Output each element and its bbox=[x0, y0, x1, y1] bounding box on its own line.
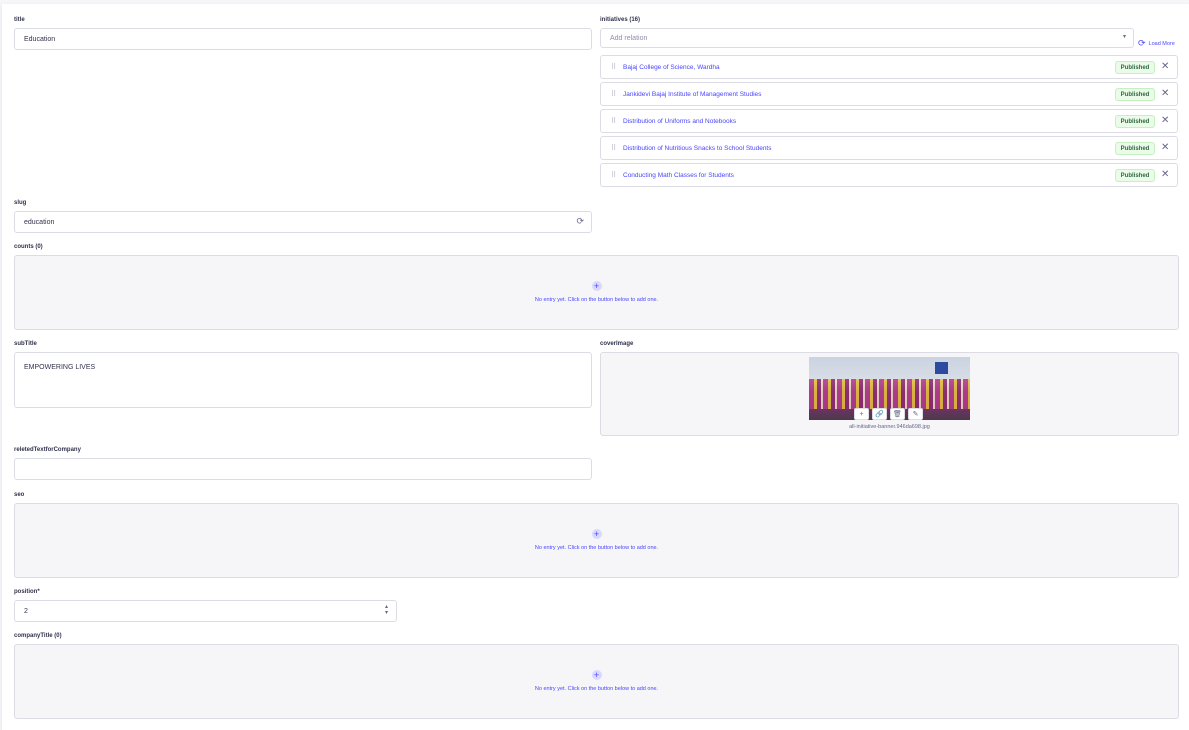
status-badge: Published bbox=[1115, 115, 1155, 128]
close-icon[interactable]: ✕ bbox=[1161, 88, 1169, 99]
close-icon[interactable]: ✕ bbox=[1161, 61, 1169, 72]
close-icon[interactable]: ✕ bbox=[1161, 142, 1169, 153]
position-label: position* bbox=[14, 589, 40, 595]
seo-label: seo bbox=[14, 492, 25, 498]
subtitle-textarea[interactable]: EMPOWERING LIVES bbox=[14, 352, 592, 408]
image-actions: + 🔗 🗑 ✎ bbox=[854, 403, 926, 421]
seo-empty-state: + No entry yet. Click on the button belo… bbox=[14, 503, 1179, 578]
releted-text-input[interactable] bbox=[14, 458, 592, 480]
status-badge: Published bbox=[1115, 142, 1155, 155]
counts-empty-state: + No entry yet. Click on the button belo… bbox=[14, 255, 1179, 330]
subtitle-value: EMPOWERING LIVES bbox=[24, 364, 96, 371]
drag-handle-icon[interactable]: ⠿ bbox=[611, 144, 616, 152]
drag-handle-icon[interactable]: ⠿ bbox=[611, 90, 616, 98]
coverimage-dropzone: + 🔗 🗑 ✎ all-initiative-banner.946da698.jpg bbox=[600, 352, 1179, 436]
coverimage-label: coverImage bbox=[600, 341, 634, 347]
add-entry-icon[interactable]: + bbox=[591, 529, 602, 539]
counts-label: counts (0) bbox=[14, 244, 43, 250]
slug-value: education bbox=[24, 218, 55, 226]
initiatives-label: initiatives (16) bbox=[600, 17, 641, 23]
companytitle-label: companyTitle (0) bbox=[14, 633, 62, 639]
add-entry-icon[interactable]: + bbox=[591, 670, 602, 680]
load-more-button[interactable]: ⟳ Load More bbox=[1138, 38, 1175, 49]
cover-image-filename: all-initiative-banner.946da698.jpg bbox=[849, 424, 930, 430]
title-label: title bbox=[14, 17, 25, 23]
title-input[interactable]: Education bbox=[14, 28, 592, 50]
pencil-icon[interactable]: ✎ bbox=[908, 408, 923, 420]
stepper-icon[interactable]: ▴ ▾ bbox=[385, 604, 388, 616]
add-relation-placeholder: Add relation bbox=[610, 34, 648, 42]
load-more-label: Load More bbox=[1148, 40, 1175, 47]
status-badge: Published bbox=[1115, 61, 1155, 74]
position-input[interactable]: 2 ▴ ▾ bbox=[14, 600, 397, 622]
empty-message: No entry yet. Click on the button below … bbox=[534, 545, 659, 551]
status-badge: Published bbox=[1115, 169, 1155, 182]
trash-icon[interactable]: 🗑 bbox=[890, 408, 905, 420]
slug-label: slug bbox=[14, 200, 27, 206]
relation-link[interactable]: Distribution of Nutritious Snacks to Sch… bbox=[623, 145, 772, 152]
releted-text-label: reletedTextforCompany bbox=[14, 447, 81, 453]
link-icon[interactable]: 🔗 bbox=[872, 408, 887, 420]
add-entry-icon[interactable]: + bbox=[591, 281, 602, 291]
refresh-icon: ⟳ bbox=[1138, 38, 1146, 48]
relation-link[interactable]: Distribution of Uniforms and Notebooks bbox=[623, 118, 736, 125]
relation-item[interactable]: ⠿ Bajaj College of Science, Wardha Publi… bbox=[600, 55, 1178, 79]
relation-item[interactable]: ⠿ Distribution of Nutritious Snacks to S… bbox=[600, 136, 1178, 160]
slug-input[interactable]: education ⟳ bbox=[14, 211, 592, 233]
empty-message: No entry yet. Click on the button below … bbox=[534, 686, 659, 692]
companytitle-empty-state: + No entry yet. Click on the button belo… bbox=[14, 644, 1179, 719]
subtitle-label: subTitle bbox=[14, 341, 37, 347]
relation-link[interactable]: Bajaj College of Science, Wardha bbox=[623, 64, 720, 71]
relation-item[interactable]: ⠿ Conducting Math Classes for Students P… bbox=[600, 163, 1178, 187]
position-value: 2 bbox=[24, 607, 28, 615]
title-value: Education bbox=[24, 35, 56, 43]
relation-item[interactable]: ⠿ Distribution of Uniforms and Notebooks… bbox=[600, 109, 1178, 133]
status-badge: Published bbox=[1115, 88, 1155, 101]
relation-link[interactable]: Jankidevi Bajaj Institute of Management … bbox=[623, 91, 761, 98]
regenerate-icon[interactable]: ⟳ bbox=[576, 216, 584, 227]
drag-handle-icon[interactable]: ⠿ bbox=[611, 117, 616, 125]
relation-link[interactable]: Conducting Math Classes for Students bbox=[623, 172, 734, 179]
add-relation-select[interactable]: Add relation ▾ bbox=[600, 28, 1134, 48]
close-icon[interactable]: ✕ bbox=[1161, 169, 1169, 180]
drag-handle-icon[interactable]: ⠿ bbox=[611, 171, 616, 179]
chevron-down-icon: ▾ bbox=[1122, 34, 1126, 40]
relation-item[interactable]: ⠿ Jankidevi Bajaj Institute of Managemen… bbox=[600, 82, 1178, 106]
empty-message: No entry yet. Click on the button below … bbox=[534, 297, 659, 303]
drag-handle-icon[interactable]: ⠿ bbox=[611, 63, 616, 71]
close-icon[interactable]: ✕ bbox=[1161, 115, 1169, 126]
add-icon[interactable]: + bbox=[854, 408, 869, 420]
